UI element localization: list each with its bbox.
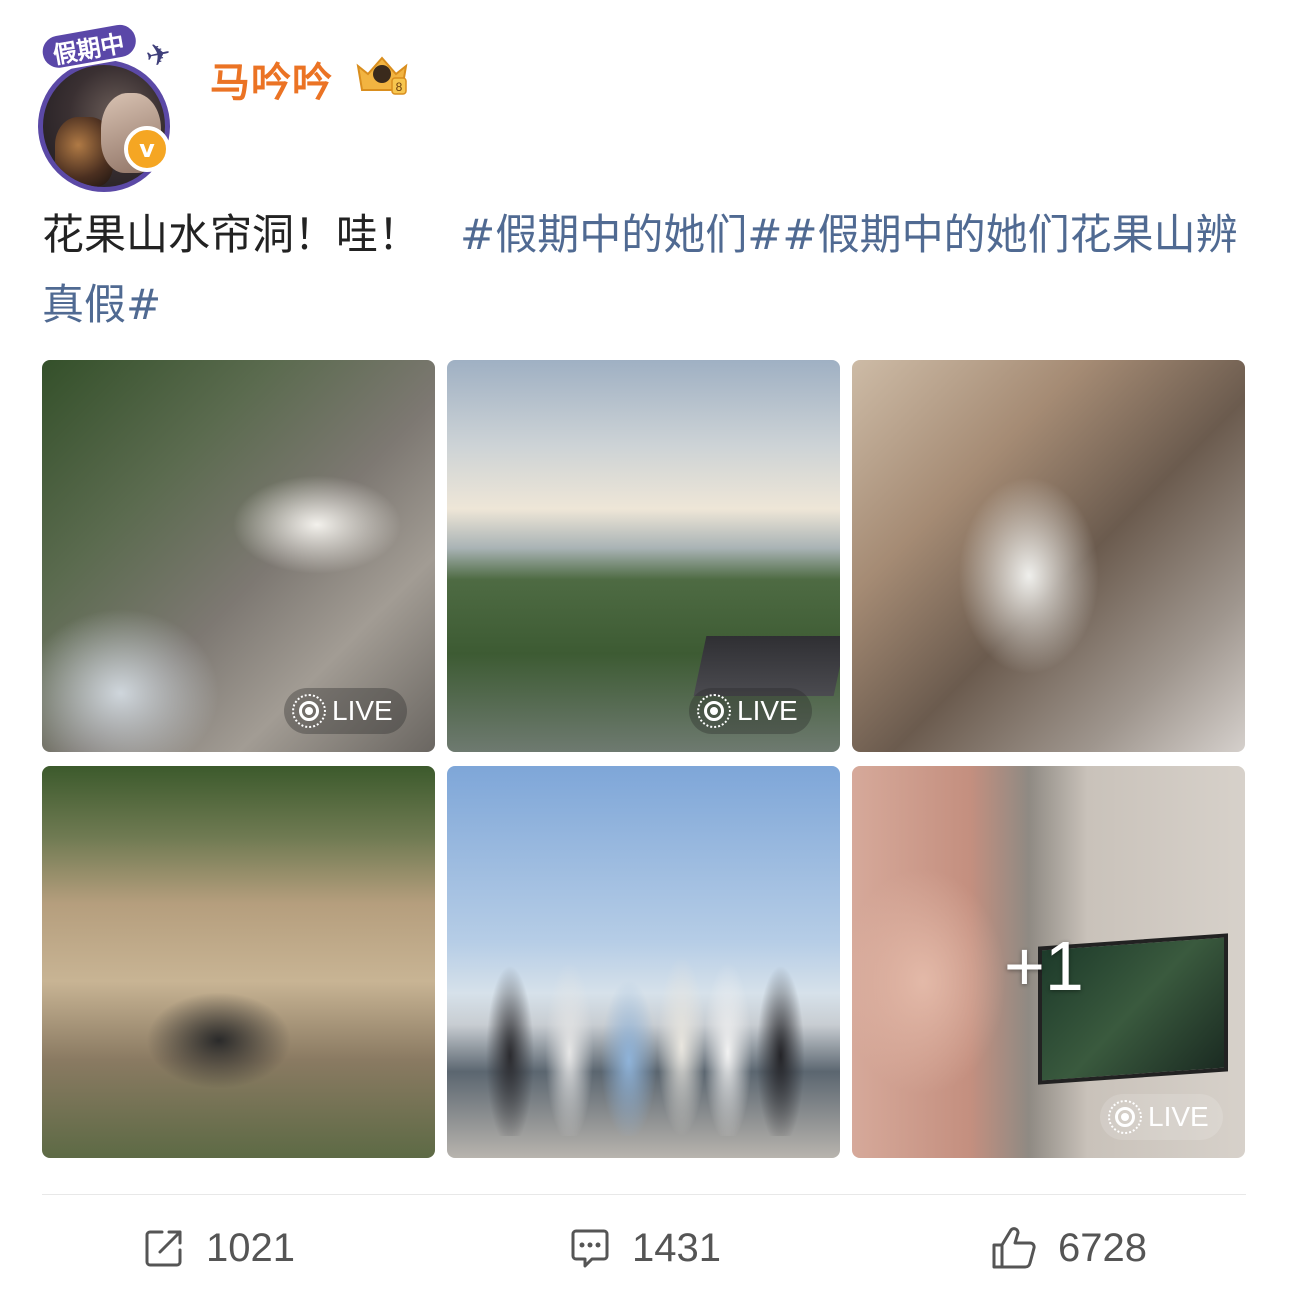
divider: [42, 1194, 1246, 1195]
action-bar: 1021 1431 6728: [0, 1218, 1290, 1278]
more-photos-count: +1: [1004, 927, 1084, 1005]
weibo-post: 假期中 ✈ v 马吟吟 8 花果山水帘洞！哇！ #假期中的她们##假期中的她们花果…: [0, 0, 1290, 1302]
live-label: LIVE: [737, 695, 798, 726]
like-count: 6728: [1058, 1225, 1147, 1270]
comment-count: 1431: [632, 1225, 721, 1270]
live-icon: [292, 694, 326, 728]
photo-tile[interactable]: LIVE: [447, 360, 840, 752]
photo-tile[interactable]: [852, 360, 1245, 752]
live-photo-badge: LIVE: [689, 688, 812, 734]
photo-tile[interactable]: LIVE: [42, 360, 435, 752]
live-icon: [1108, 1100, 1142, 1134]
share-icon: [145, 1230, 182, 1267]
like-button[interactable]: 6728: [990, 1218, 1147, 1278]
post-text: 花果山水帘洞！哇！ #假期中的她们##假期中的她们花果山辨真假#: [42, 200, 1242, 340]
username[interactable]: 马吟吟: [210, 50, 333, 108]
share-count: 1021: [206, 1225, 295, 1270]
vip-level: 8: [396, 80, 403, 94]
vip-crown-icon[interactable]: 8: [354, 52, 410, 96]
verified-badge-icon: v: [124, 126, 170, 172]
live-photo-badge: LIVE: [1100, 1094, 1223, 1140]
photo-tile[interactable]: +1 LIVE: [852, 766, 1245, 1158]
image-grid: LIVE LIVE +1 LIVE: [42, 360, 1246, 1158]
comment-button[interactable]: 1431: [568, 1218, 721, 1278]
share-button[interactable]: 1021: [142, 1218, 295, 1278]
post-body: 花果山水帘洞！哇！: [42, 210, 421, 259]
comment-icon: [571, 1229, 609, 1268]
photo-tile[interactable]: [42, 766, 435, 1158]
live-label: LIVE: [1148, 1101, 1209, 1132]
photo-tile[interactable]: [447, 766, 840, 1158]
live-photo-badge: LIVE: [284, 688, 407, 734]
live-label: LIVE: [332, 695, 393, 726]
live-icon: [697, 694, 731, 728]
airplane-icon: ✈: [142, 35, 175, 76]
thumbs-up-icon: [992, 1227, 1036, 1269]
